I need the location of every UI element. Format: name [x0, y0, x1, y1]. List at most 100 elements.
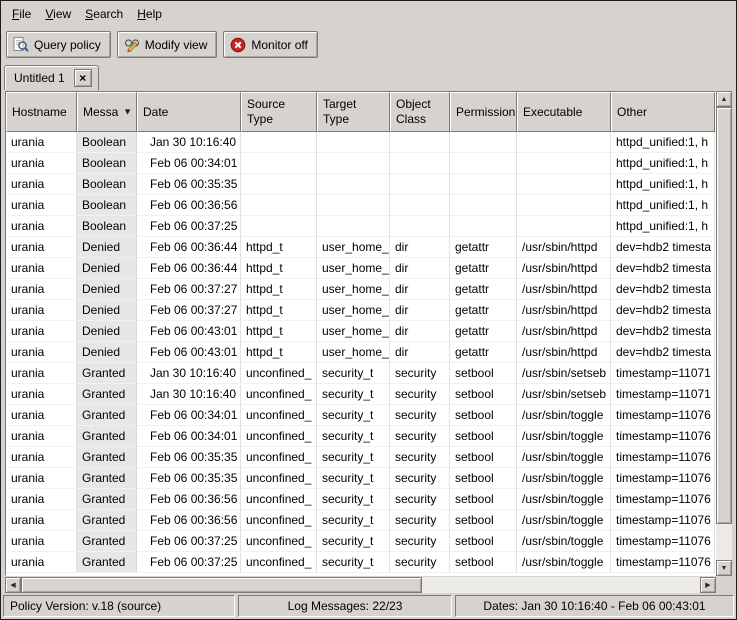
cell-executable: /usr/sbin/toggle: [517, 489, 611, 510]
column-header-hostname[interactable]: Hostname: [6, 92, 77, 132]
scroll-right-button[interactable]: ▶: [700, 577, 716, 593]
horizontal-scrollbar[interactable]: ◀ ▶: [5, 577, 716, 593]
table-row[interactable]: uraniaGrantedFeb 06 00:36:56unconfined_s…: [6, 510, 715, 531]
cell-target-type: security_t: [317, 489, 390, 510]
cell-date: Feb 06 00:35:35: [137, 468, 241, 489]
table-row[interactable]: uraniaBooleanFeb 06 00:36:56httpd_unifie…: [6, 195, 715, 216]
cell-executable: /usr/sbin/httpd: [517, 300, 611, 321]
cell-target-type: [317, 174, 390, 195]
policy-version-panel: Policy Version: v.18 (source): [3, 595, 235, 617]
horizontal-scroll-thumb[interactable]: [21, 577, 422, 593]
column-header-date[interactable]: Date: [137, 92, 241, 132]
tab-close-button[interactable]: ×: [74, 69, 92, 87]
cell-hostname: urania: [6, 405, 77, 426]
cell-hostname: urania: [6, 426, 77, 447]
modify-view-button[interactable]: Modify view: [117, 31, 218, 58]
table-row[interactable]: uraniaGrantedFeb 06 00:34:01unconfined_s…: [6, 405, 715, 426]
table-row[interactable]: uraniaBooleanJan 30 10:16:40httpd_unifie…: [6, 132, 715, 153]
vertical-scrollbar[interactable]: ▲ ▼: [716, 91, 732, 576]
column-header-other[interactable]: Other: [611, 92, 715, 132]
cell-hostname: urania: [6, 468, 77, 489]
table-row[interactable]: uraniaBooleanFeb 06 00:34:01httpd_unifie…: [6, 153, 715, 174]
cell-permission: setbool: [450, 531, 517, 552]
table-row[interactable]: uraniaGrantedFeb 06 00:37:25unconfined_s…: [6, 531, 715, 552]
table-row[interactable]: uraniaBooleanFeb 06 00:35:35httpd_unifie…: [6, 174, 715, 195]
table-row[interactable]: uraniaGrantedFeb 06 00:34:01unconfined_s…: [6, 426, 715, 447]
cell-other: timestamp=11071: [611, 384, 715, 405]
scroll-up-button[interactable]: ▲: [716, 91, 732, 107]
cell-executable: /usr/sbin/toggle: [517, 447, 611, 468]
menu-file[interactable]: File: [5, 4, 38, 24]
cell-object-class: dir: [390, 321, 450, 342]
cell-source-type: unconfined_: [241, 489, 317, 510]
cell-object-class: [390, 195, 450, 216]
cell-object-class: [390, 132, 450, 153]
cell-object-class: security: [390, 531, 450, 552]
table-row[interactable]: uraniaBooleanFeb 06 00:37:25httpd_unifie…: [6, 216, 715, 237]
cell-other: timestamp=11076: [611, 426, 715, 447]
cell-hostname: urania: [6, 384, 77, 405]
scroll-down-button[interactable]: ▼: [716, 560, 732, 576]
column-header-executable[interactable]: Executable: [517, 92, 611, 132]
cell-target-type: security_t: [317, 468, 390, 489]
cell-permission: setbool: [450, 510, 517, 531]
menu-help[interactable]: Help: [130, 4, 169, 24]
tab-untitled-1[interactable]: Untitled 1 ×: [4, 65, 99, 90]
cell-other: dev=hdb2 timesta: [611, 321, 715, 342]
table-row[interactable]: uraniaGrantedFeb 06 00:36:56unconfined_s…: [6, 489, 715, 510]
cell-hostname: urania: [6, 489, 77, 510]
toolbar: Query policy Modify view: [1, 26, 736, 63]
column-label: Messa: [83, 105, 118, 119]
table-row[interactable]: uraniaDeniedFeb 06 00:43:01httpd_tuser_h…: [6, 342, 715, 363]
table-row[interactable]: uraniaDeniedFeb 06 00:37:27httpd_tuser_h…: [6, 300, 715, 321]
cell-message: Granted: [77, 363, 137, 384]
table-row[interactable]: uraniaGrantedFeb 06 00:35:35unconfined_s…: [6, 447, 715, 468]
cell-hostname: urania: [6, 258, 77, 279]
arrow-left-icon: ◀: [10, 581, 15, 589]
cell-hostname: urania: [6, 342, 77, 363]
column-header-permission[interactable]: Permission: [450, 92, 517, 132]
cell-hostname: urania: [6, 174, 77, 195]
column-header-source-type[interactable]: Source Type: [241, 92, 317, 132]
menu-search[interactable]: Search: [78, 4, 130, 24]
cell-hostname: urania: [6, 132, 77, 153]
table-row[interactable]: uraniaGrantedFeb 06 00:37:25unconfined_s…: [6, 552, 715, 573]
column-label: Permission: [456, 105, 515, 119]
column-header-target-type[interactable]: Target Type: [317, 92, 390, 132]
column-header-object-class[interactable]: Object Class: [390, 92, 450, 132]
table-row[interactable]: uraniaGrantedFeb 06 00:35:35unconfined_s…: [6, 468, 715, 489]
monitor-off-button[interactable]: Monitor off: [223, 31, 317, 58]
vertical-scroll-thumb[interactable]: [716, 107, 732, 524]
log-table-body: uraniaBooleanJan 30 10:16:40httpd_unifie…: [6, 132, 715, 573]
table-row[interactable]: uraniaDeniedFeb 06 00:36:44httpd_tuser_h…: [6, 237, 715, 258]
cell-date: Feb 06 00:34:01: [137, 153, 241, 174]
cell-executable: /usr/sbin/toggle: [517, 426, 611, 447]
cell-permission: getattr: [450, 237, 517, 258]
query-policy-button[interactable]: Query policy: [6, 31, 111, 58]
cell-object-class: security: [390, 552, 450, 573]
horizontal-scroll-track[interactable]: [21, 577, 700, 593]
table-row[interactable]: uraniaGrantedJan 30 10:16:40unconfined_s…: [6, 384, 715, 405]
vertical-scroll-track[interactable]: [716, 107, 732, 560]
cell-executable: /usr/sbin/toggle: [517, 552, 611, 573]
cell-date: Feb 06 00:43:01: [137, 342, 241, 363]
tab-label: Untitled 1: [14, 71, 65, 85]
cell-message: Denied: [77, 279, 137, 300]
column-header-message[interactable]: Messa▼: [77, 92, 137, 132]
cell-target-type: [317, 153, 390, 174]
cell-executable: [517, 153, 611, 174]
table-row[interactable]: uraniaGrantedJan 30 10:16:40unconfined_s…: [6, 363, 715, 384]
cell-date: Feb 06 00:36:56: [137, 510, 241, 531]
scroll-left-button[interactable]: ◀: [5, 577, 21, 593]
cell-message: Granted: [77, 552, 137, 573]
cell-target-type: security_t: [317, 510, 390, 531]
table-row[interactable]: uraniaDeniedFeb 06 00:37:27httpd_tuser_h…: [6, 279, 715, 300]
seaudit-window: File View Search Help Query policy: [0, 0, 737, 620]
cell-hostname: urania: [6, 300, 77, 321]
cell-executable: /usr/sbin/toggle: [517, 531, 611, 552]
cell-executable: /usr/sbin/httpd: [517, 237, 611, 258]
menu-view[interactable]: View: [38, 4, 78, 24]
table-row[interactable]: uraniaDeniedFeb 06 00:43:01httpd_tuser_h…: [6, 321, 715, 342]
cell-other: dev=hdb2 timesta: [611, 237, 715, 258]
table-row[interactable]: uraniaDeniedFeb 06 00:36:44httpd_tuser_h…: [6, 258, 715, 279]
